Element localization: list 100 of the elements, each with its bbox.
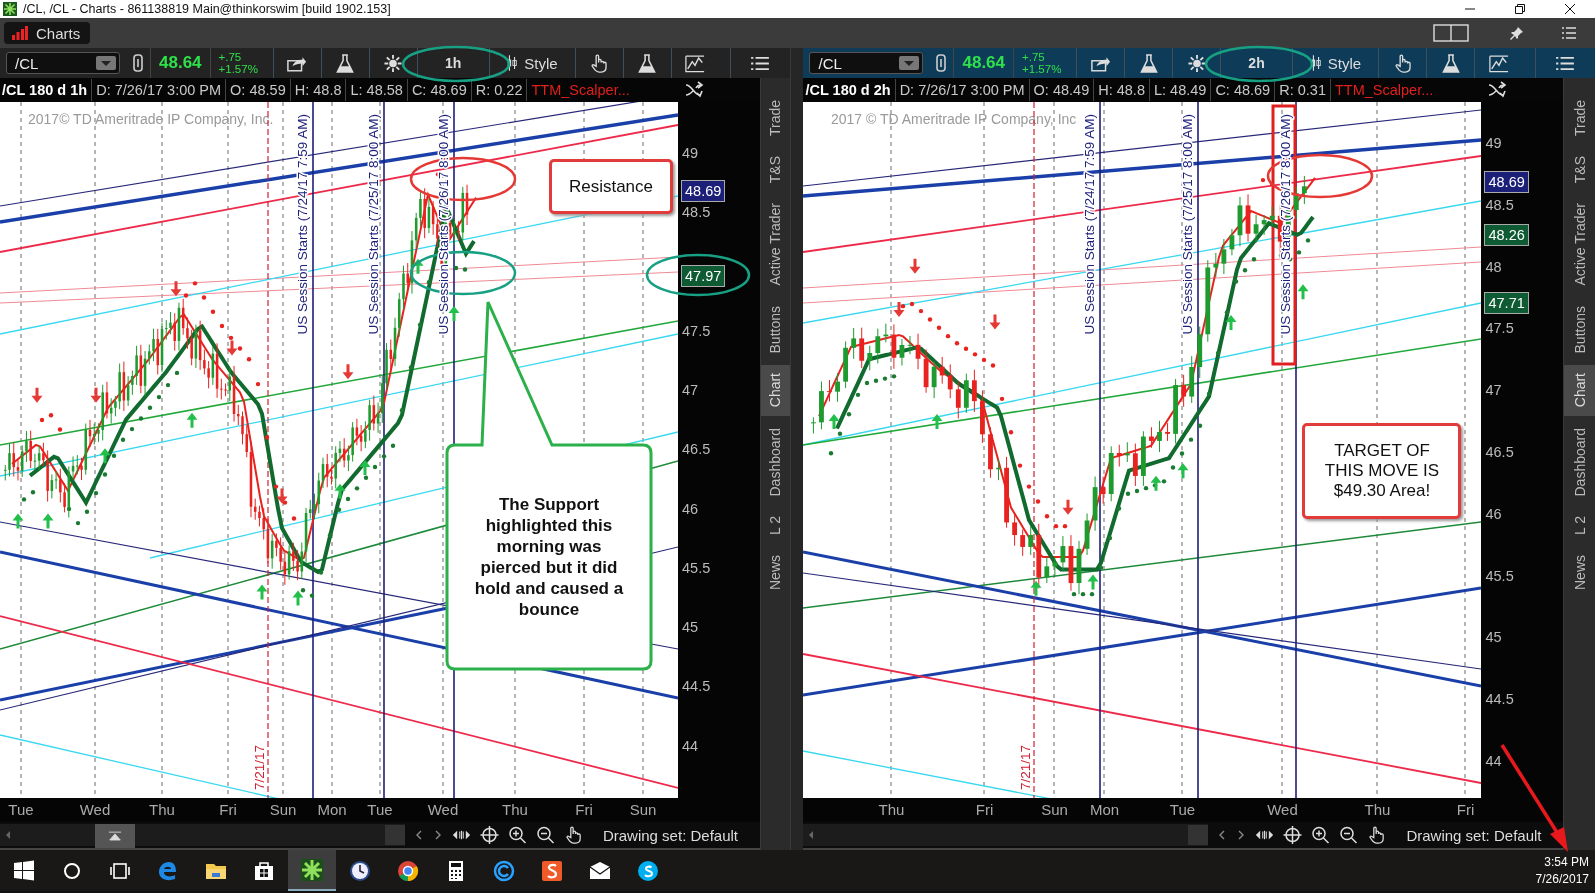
time-axis-label: Sun: [1041, 801, 1068, 818]
symbol-field[interactable]: /CL: [809, 52, 924, 74]
price-tick-label: 45: [1485, 628, 1502, 647]
down-arrow-marker: [226, 340, 238, 356]
restore-icon[interactable]: [1514, 3, 1526, 15]
price-tick-label: 47.5: [682, 321, 711, 340]
side-tab[interactable]: Trade: [1564, 92, 1595, 145]
scroll-left-icon[interactable]: [414, 829, 424, 841]
copyright-text: 2017© TD Ameritrade IP Company, Inc.: [28, 111, 274, 127]
drawing-set-dropdown[interactable]: Drawing set: Default: [1400, 825, 1548, 845]
zoom-in-icon[interactable]: [508, 826, 527, 844]
quote-info-text: /CL 180 d 1h: [0, 79, 93, 101]
charts-tab[interactable]: Charts: [4, 22, 91, 44]
split-layout-icon[interactable]: [1433, 24, 1469, 42]
session-label: US Session Starts (7/25/17 8:00 AM): [1180, 114, 1196, 335]
scroll-grip[interactable]: [385, 825, 405, 845]
up-arrow-marker: [932, 413, 943, 429]
quote-info-text: TTM_Scalper...: [530, 81, 631, 100]
side-tab[interactable]: Dashboard: [1564, 419, 1595, 504]
price-tick-label: 48.5: [682, 203, 711, 222]
close-icon[interactable]: [1564, 3, 1576, 15]
scroll-bar[interactable]: [803, 824, 1209, 846]
time-axis-label: Fri: [219, 801, 237, 818]
zoom-out-icon[interactable]: [536, 826, 555, 844]
drawing-set-dropdown[interactable]: Drawing set: Default: [596, 825, 744, 845]
clock-time[interactable]: 3:54 PM: [1544, 853, 1589, 871]
up-arrow-marker: [186, 412, 198, 428]
swap-arrows-icon[interactable]: [684, 80, 706, 100]
pin-icon[interactable]: [1509, 25, 1525, 41]
side-tab[interactable]: News: [761, 546, 790, 598]
side-tab[interactable]: Dashboard: [761, 419, 790, 504]
windows-icon: [12, 858, 36, 883]
price-tick-label: 44.5: [1485, 690, 1514, 709]
zoom-in-icon[interactable]: [1311, 826, 1331, 844]
up-arrow-marker: [1298, 284, 1309, 300]
side-tab[interactable]: Buttons: [1564, 297, 1595, 362]
down-arrow-marker: [276, 488, 288, 504]
crosshair-icon[interactable]: [1283, 826, 1303, 844]
side-tab[interactable]: News: [1564, 546, 1595, 598]
up-arrow-marker: [1151, 475, 1162, 491]
hand-icon[interactable]: [564, 826, 583, 844]
side-tab[interactable]: Active Trader: [1564, 195, 1595, 294]
clock-date[interactable]: 7/26/2017: [1535, 870, 1589, 888]
net-change: +.75: [218, 51, 243, 63]
price-tick-label: 45.5: [1485, 566, 1514, 585]
price-tick-label: 47: [1485, 381, 1502, 400]
collapse-button[interactable]: [95, 824, 135, 848]
quote-info-text: R: 0.22: [471, 79, 528, 101]
quote-info-text: L: 48.58: [346, 79, 408, 101]
side-tab[interactable]: Chart: [761, 365, 790, 416]
time-axis-label: Fri: [575, 801, 593, 818]
scroll-left-icon[interactable]: [807, 830, 816, 840]
side-tab[interactable]: T&S: [761, 148, 790, 192]
price-badge: 47.97: [681, 265, 726, 288]
link-icon[interactable]: [935, 53, 948, 73]
price-tick-label: 44: [1485, 752, 1502, 770]
down-arrow-marker: [1063, 499, 1074, 515]
quote-info-text: C: 48.69: [407, 79, 472, 101]
scroll-bar[interactable]: [0, 824, 405, 846]
scroll-grip[interactable]: [1188, 825, 1209, 845]
price-tick-label: 46.5: [1485, 443, 1514, 461]
side-tab[interactable]: Active Trader: [761, 195, 790, 294]
side-tab[interactable]: Buttons: [761, 297, 790, 362]
taskbar-button[interactable]: [288, 850, 336, 891]
scroll-left-icon[interactable]: [4, 830, 12, 840]
time-axis-label: Mon: [317, 801, 347, 818]
flask-icon: [1138, 53, 1159, 73]
zoom-out-icon[interactable]: [1339, 826, 1359, 844]
side-tab[interactable]: Chart: [1564, 365, 1595, 416]
side-tab[interactable]: T&S: [1564, 148, 1595, 192]
time-axis-label: Mon: [1089, 801, 1120, 818]
quote-info-text: D: 7/26/17 3:00 PM: [92, 79, 227, 101]
price-tick-label: 49: [682, 144, 699, 162]
quote-info-text: O: 48.49: [1029, 79, 1095, 101]
up-arrow-marker: [256, 584, 268, 600]
side-tab[interactable]: L 2: [1564, 508, 1595, 543]
flask-icon: [1440, 53, 1461, 73]
price-tick-label: 44.5: [682, 677, 711, 696]
round-app-icon: [492, 858, 516, 883]
dropdown-caret-icon[interactable]: [899, 56, 920, 70]
time-axis-label: Thu: [502, 801, 528, 818]
side-tab[interactable]: L 2: [761, 508, 790, 543]
scroll-right-icon[interactable]: [433, 829, 443, 841]
note-text: Resistance: [568, 176, 654, 197]
quote-info-text: O: 48.59: [226, 79, 291, 101]
menu-icon[interactable]: [1561, 25, 1577, 41]
price-tick-label: 46: [682, 499, 699, 518]
settings-icon: [1186, 53, 1207, 73]
dropdown-caret-icon[interactable]: [96, 56, 116, 70]
hand-icon[interactable]: [1367, 826, 1387, 844]
up-arrow-marker: [448, 306, 460, 322]
crosshair-icon[interactable]: [480, 826, 499, 844]
time-axis-label: Tue: [1169, 801, 1196, 818]
price-tick-label: 45.5: [682, 558, 711, 577]
link-icon[interactable]: [132, 53, 144, 73]
price-tick-label: 49: [1485, 134, 1502, 152]
up-arrow-marker: [292, 590, 304, 606]
time-axis-label: Wed: [1267, 801, 1298, 818]
symbol-field[interactable]: /CL: [6, 52, 120, 74]
side-tab[interactable]: Trade: [761, 92, 790, 145]
